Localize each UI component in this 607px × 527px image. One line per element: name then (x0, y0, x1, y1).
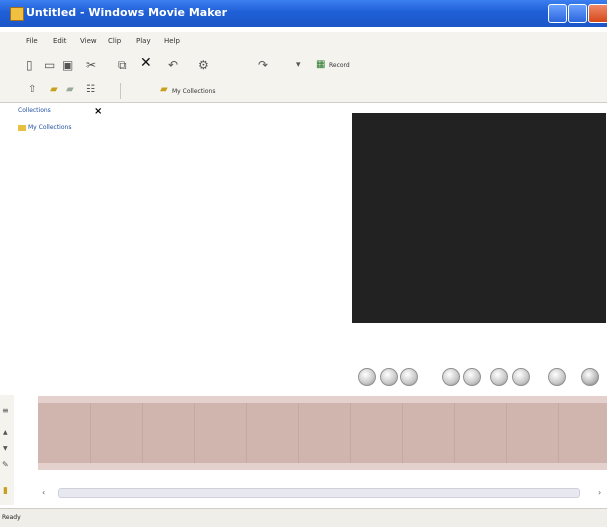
split-clip-button[interactable] (548, 368, 566, 386)
collections-pane: Collections × My Collections (14, 103, 347, 395)
clip-slot-divider (90, 403, 91, 463)
minimize-button[interactable] (548, 4, 567, 23)
narration-icon[interactable]: ✎ (2, 459, 9, 471)
clip-slot-divider (402, 403, 403, 463)
clip-slot-divider (350, 403, 351, 463)
redo-icon[interactable]: ↷ (258, 59, 268, 71)
menu-play[interactable]: Play (136, 37, 151, 45)
timeline-toggle-icon[interactable]: ≡ (2, 405, 9, 417)
standard-toolbar: ▯ ▭ ▣ ✂ ⧉ ✕ ↶ ⚙ ↷ ▾ ▦ Record (0, 50, 607, 80)
collections-icon[interactable]: ▰ (66, 84, 74, 96)
dropdown-arrow-icon[interactable]: ▾ (296, 59, 301, 71)
play-button[interactable] (358, 368, 376, 386)
tree-item-label: My Collections (28, 124, 72, 131)
menu-edit[interactable]: Edit (53, 37, 67, 45)
new-project-icon[interactable]: ▯ (26, 59, 33, 71)
storyboard-timeline[interactable] (38, 396, 607, 470)
clip-slot-divider (506, 403, 507, 463)
horizontal-scrollbar[interactable] (58, 488, 580, 498)
menu-clip[interactable]: Clip (108, 37, 121, 45)
zoom-in-icon[interactable]: ▲ (3, 427, 8, 439)
clip-slot-divider (194, 403, 195, 463)
next-frame-button[interactable] (463, 368, 481, 386)
cut-icon[interactable]: ✂ (86, 59, 96, 71)
close-button[interactable] (588, 4, 607, 23)
clip-slot-divider (454, 403, 455, 463)
maximize-button[interactable] (568, 4, 587, 23)
app-icon (10, 7, 24, 21)
title-bar: Untitled - Windows Movie Maker (0, 0, 607, 27)
status-text: Ready (2, 514, 21, 521)
back-button[interactable] (400, 368, 418, 386)
audio-levels-icon[interactable]: ▮ (3, 485, 8, 497)
save-project-icon[interactable]: ▣ (62, 59, 73, 71)
delete-icon[interactable]: ✕ (140, 56, 152, 70)
undo-icon[interactable]: ↶ (168, 59, 178, 71)
storyboard-tools: ≡ ▲ ▼ ✎ ▮ (0, 395, 14, 505)
scroll-left-icon[interactable]: ‹ (42, 487, 45, 499)
close-pane-icon[interactable]: × (94, 106, 102, 117)
forward-button[interactable] (490, 368, 508, 386)
clip-slot-divider (298, 403, 299, 463)
record-icon[interactable]: ▦ (316, 59, 325, 71)
menu-file[interactable]: File (26, 37, 38, 45)
up-folder-icon[interactable]: ⇧ (28, 84, 36, 96)
previous-frame-button[interactable] (442, 368, 460, 386)
new-folder-icon[interactable]: ▰ (50, 84, 58, 96)
movie-maker-window: Untitled - Windows Movie Maker File Edit… (0, 0, 607, 527)
window-title: Untitled - Windows Movie Maker (26, 6, 228, 19)
stop-button[interactable] (380, 368, 398, 386)
copy-icon[interactable]: ⧉ (118, 59, 127, 71)
scroll-right-icon[interactable]: › (598, 487, 601, 499)
record-button[interactable]: Record (329, 62, 350, 69)
clip-slot-divider (142, 403, 143, 463)
filmstrip-bottom (38, 463, 607, 470)
zoom-out-icon[interactable]: ▼ (3, 443, 8, 455)
properties-icon[interactable]: ⚙ (198, 59, 209, 71)
toolbar-divider (120, 83, 121, 99)
collections-folder-icon: ▰ (160, 84, 168, 95)
tree-item-my-collections[interactable]: My Collections (18, 124, 71, 131)
clip-slot-divider (558, 403, 559, 463)
filmstrip-top (38, 396, 607, 403)
collections-toolbar: ⇧ ▰ ▰ ☷ ▰ My Collections (0, 80, 607, 103)
folder-icon (18, 124, 26, 131)
open-project-icon[interactable]: ▭ (44, 59, 55, 71)
full-screen-button[interactable] (512, 368, 530, 386)
status-bar: Ready (0, 508, 607, 527)
menu-bar: File Edit View Clip Play Help (0, 32, 607, 50)
clip-slot-divider (246, 403, 247, 463)
menu-view[interactable]: View (80, 37, 97, 45)
views-icon[interactable]: ☷ (86, 84, 95, 96)
preview-monitor (352, 113, 606, 323)
menu-help[interactable]: Help (164, 37, 180, 45)
pane-title: Collections (18, 107, 51, 114)
take-picture-button[interactable] (581, 368, 599, 386)
collections-dropdown[interactable]: My Collections (172, 88, 215, 95)
